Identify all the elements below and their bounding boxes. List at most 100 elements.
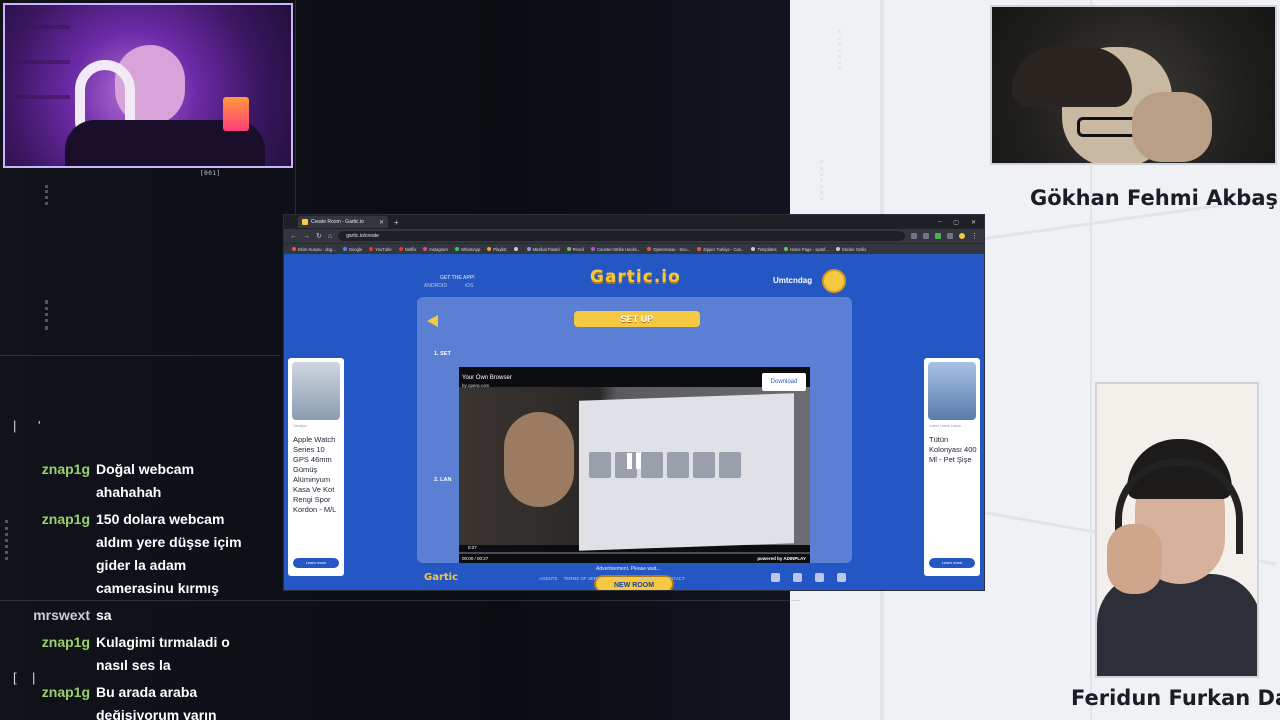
chat-marker: [ [13,670,17,685]
bookmark-label: Google [348,246,363,252]
chat-marker: ' [38,418,41,433]
new-tab-icon[interactable]: + [394,218,399,227]
extension-icon[interactable] [923,233,929,239]
user-avatar[interactable] [822,269,846,293]
bookmark-favicon-icon [566,247,571,251]
android-link[interactable]: ANDROID [424,283,447,289]
bookmark-item[interactable]: WhatsApp [454,246,481,252]
divider-line [0,355,280,356]
back-arrow-icon[interactable] [427,315,438,327]
bookmark-item[interactable]: Pencil [566,246,584,252]
footer-link-agents[interactable]: AGENTS [539,576,558,581]
bookmark-label: Pencil [572,246,584,252]
forward-icon[interactable]: → [303,233,310,240]
ad-source: Trendyol [293,424,307,428]
chat-message: znap1g Bu arada araba değişiyorum yarın [20,681,280,720]
reload-icon[interactable]: ↻ [316,232,322,240]
ad-timeline: 00:00 / 00:27 [462,556,489,561]
chat-list: znap1g Doğal webcam ahahahah znap1g 150 … [20,458,280,720]
webcam-label: [001] [200,170,221,177]
setup-banner: SET UP [574,311,700,327]
youtube-icon[interactable] [793,573,802,582]
dotted-marker [45,300,49,330]
ad-source: Lorem Lorem Lorem [929,424,961,428]
footer-link-thanks[interactable]: THANKS [639,576,657,581]
address-bar[interactable]: gartic.io/create [338,231,905,241]
ad-download-button[interactable]: Download [762,373,806,391]
bookmark-item[interactable]: Counter-Strike Hacks... [590,246,641,252]
ios-link[interactable]: iOS [465,283,473,289]
bookmark-item[interactable]: Müzikal Pastel [526,247,560,252]
get-app-label: GET THE APP! [440,275,475,281]
guest-name-1: Gökhan Fehmi Akbaş [1030,186,1279,210]
dotted-marker [5,520,9,560]
minimize-icon[interactable]: – [938,219,941,226]
video-ad: Your Own Browser by opera.com Download 0… [459,367,810,563]
footer-link-contact[interactable]: CONTACT [663,576,684,581]
divider-line [295,0,296,214]
profile-icon[interactable] [959,233,965,239]
close-window-icon[interactable]: ✕ [971,219,976,226]
close-tab-icon[interactable]: ✕ [379,219,384,226]
extension-icon[interactable] [935,233,941,239]
footer-links: AGENTS TERMS OF SERVICE PRIVACY THANKS C… [539,576,685,581]
back-icon[interactable]: ← [290,233,297,240]
chat-text: Bu arada araba değişiyorum yarın [96,684,217,720]
pause-icon[interactable] [627,453,641,469]
extension-icon[interactable] [947,233,953,239]
bookmark-item[interactable] [513,247,520,251]
discord-icon[interactable] [837,573,846,582]
bookmark-item[interactable]: Ekim Kutusu - dog... [292,247,336,252]
bookmark-item[interactable]: OpenHouse - Sou... [647,247,690,252]
ad-video-subtitle: by opera.com [462,383,490,388]
bookmark-label: Counter-Strike Hacks... [596,246,641,252]
bookmark-favicon-icon [697,247,702,251]
ad-progress-bar[interactable] [459,552,810,554]
address-toolbar: ← → ↻ ⌂ gartic.io/create ⋮ [284,229,984,243]
bookmark-item[interactable]: Netflix [398,247,416,252]
side-ad-right[interactable]: Lorem Lorem Lorem Tütün Kolonyası 400 Ml… [924,358,980,576]
twitter-icon[interactable] [771,573,780,582]
ad-powered-by: powered by ADINPLAY [757,556,806,561]
menu-icon[interactable]: ⋮ [971,232,978,240]
ad-learn-more-button[interactable]: Learn more [929,558,975,568]
bookmark-item[interactable]: Instagram [423,247,448,252]
chat-text: sa [96,607,112,623]
ad-wait-text: Advertisement. Please wait... [596,566,661,572]
favicon-icon [302,219,308,225]
app-platforms: ANDROID iOS [424,283,473,289]
footer-link-terms[interactable]: TERMS OF SERVICE [564,576,608,581]
extension-icon[interactable] [911,233,917,239]
bookmark-item[interactable]: YouTube [369,247,392,252]
bookmark-item[interactable]: Playlist [487,246,507,252]
bookmark-item[interactable]: Sticker Gellix [835,247,866,252]
chat-username: mrswext [33,607,90,623]
maximize-icon[interactable]: ▢ [953,219,959,226]
chat-marker: | [13,418,17,433]
bookmark-label: WhatsApp [460,246,481,252]
home-icon[interactable]: ⌂ [328,233,332,240]
bookmark-item[interactable]: Templates [751,247,777,252]
bookmark-item[interactable]: Zipper Turkiye - Cas... [697,247,744,252]
gartic-page: GET THE APP! ANDROID iOS Gartic.io Umtcn… [284,255,984,590]
chat-message: znap1g 150 dolara webcam aldım yere düşs… [20,508,280,600]
bookmark-item[interactable]: Home Page - spotif... [783,246,829,252]
streamer-webcam [3,3,293,168]
ad-video-title: Your Own Browser [462,375,512,381]
bookmark-favicon-icon [526,247,531,251]
bookmark-favicon-icon [513,247,518,251]
footer-logo: Gartic [424,572,459,583]
chat-username: znap1g [41,461,90,477]
ad-learn-more-button[interactable]: Learn more [293,558,339,568]
dotted-marker [45,185,49,205]
bookmark-item[interactable]: Google [342,246,363,252]
bookmark-label: Home Page - spotif... [789,246,829,252]
footer-link-privacy[interactable]: PRIVACY [614,576,633,581]
side-ad-left[interactable]: Trendyol Apple Watch Series 10 GPS 46mm … [288,358,344,576]
bookmark-label: Playlist [493,246,507,252]
instagram-icon[interactable] [815,573,824,582]
tab-create-room[interactable]: Create Room - Gartic.io ✕ [298,216,388,228]
ad-title: Apple Watch Series 10 GPS 46mm Gümüş Alü… [293,435,337,514]
ad-time-left: 0:27 [468,545,477,550]
bookmark-favicon-icon [647,247,652,251]
